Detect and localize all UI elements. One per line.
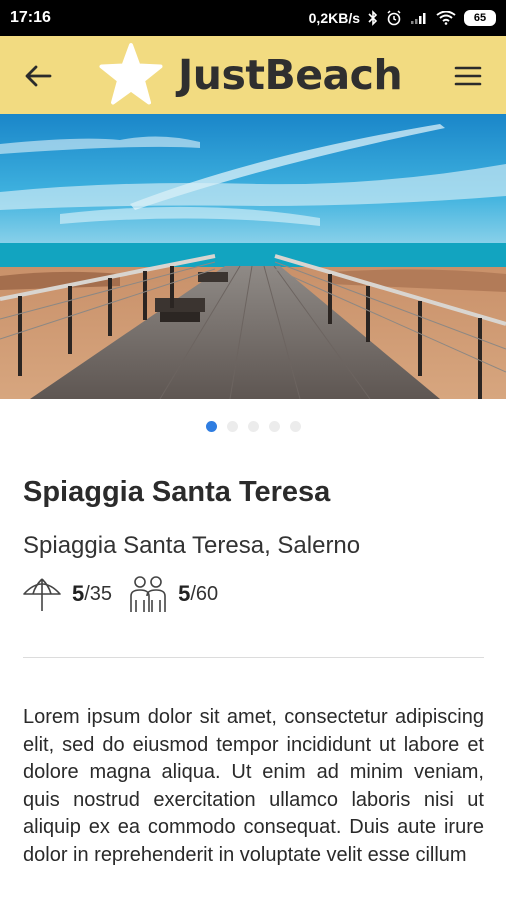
- back-button[interactable]: [18, 58, 58, 94]
- signal-icon: [410, 11, 428, 25]
- battery-indicator: 65: [464, 10, 496, 26]
- people-availability: 5/60: [128, 574, 218, 614]
- carousel-dot[interactable]: [226, 421, 238, 432]
- beach-name: Spiaggia Santa Teresa: [23, 476, 331, 508]
- alarm-icon: [386, 10, 402, 26]
- arrow-left-icon: [25, 65, 52, 87]
- star-logo-icon: [99, 43, 163, 105]
- umbrella-icon: [23, 578, 61, 611]
- app-title: JustBeach: [178, 51, 403, 99]
- carousel-dot[interactable]: [247, 421, 259, 432]
- wifi-icon: [436, 11, 456, 25]
- status-bar: 17:16 0,2KB/s 65: [0, 0, 506, 36]
- beach-location: Spiaggia Santa Teresa, Salerno: [23, 532, 361, 559]
- carousel-dot[interactable]: [205, 421, 217, 432]
- beach-photo[interactable]: [0, 114, 506, 399]
- app-logo: JustBeach: [98, 40, 403, 110]
- people-total: /60: [190, 582, 219, 605]
- people-available: 5: [178, 581, 191, 606]
- people-icon: [130, 576, 166, 612]
- umbrella-availability: 5/35: [22, 574, 112, 614]
- carousel-dot[interactable]: [289, 421, 301, 432]
- bluetooth-icon: [368, 10, 378, 26]
- carousel-dot[interactable]: [268, 421, 280, 432]
- menu-button[interactable]: [448, 58, 488, 94]
- network-speed: 0,2KB/s: [308, 10, 360, 26]
- section-divider: [23, 657, 484, 658]
- app-bar: JustBeach: [0, 36, 506, 114]
- status-icons: 0,2KB/s 65: [309, 10, 496, 26]
- beach-description: Lorem ipsum dolor sit amet, consectetur …: [23, 706, 484, 866]
- status-time: 17:16: [10, 9, 51, 26]
- umbrella-total: /35: [84, 582, 113, 605]
- hamburger-menu-icon: [454, 66, 482, 86]
- umbrella-available: 5: [72, 581, 85, 606]
- availability-stats: 5/35 5/60: [22, 572, 234, 616]
- carousel-indicator: [0, 421, 506, 432]
